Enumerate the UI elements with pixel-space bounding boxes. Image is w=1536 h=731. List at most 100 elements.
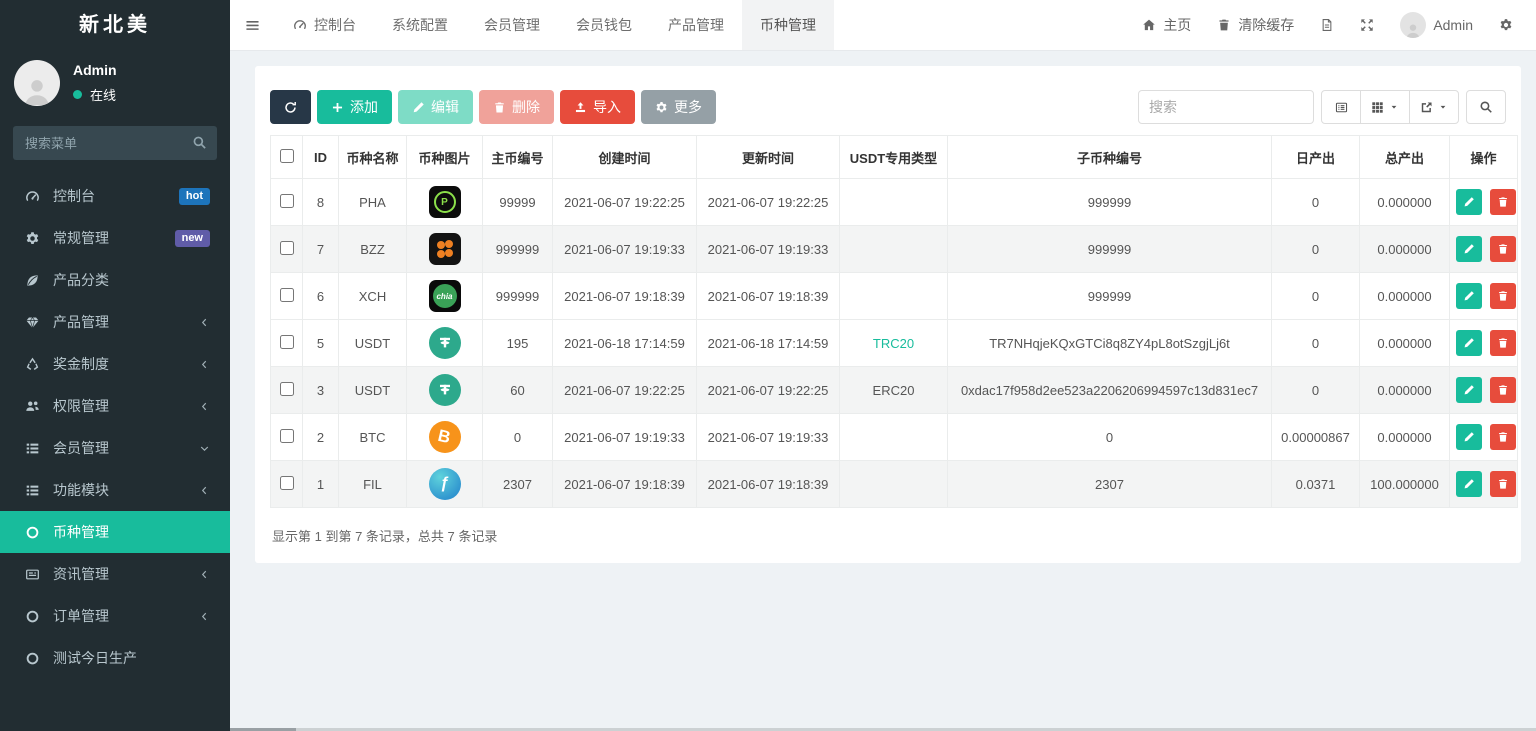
row-checkbox[interactable] <box>280 241 294 255</box>
app-logo[interactable]: 新北美 <box>0 0 230 50</box>
sidebar-item-product-category[interactable]: 产品分类 <box>0 259 230 301</box>
row-checkbox[interactable] <box>280 476 294 490</box>
sidebar-item-product-manage[interactable]: 产品管理 <box>0 301 230 343</box>
edit-button[interactable] <box>1456 330 1482 356</box>
column-header: 币种名称 <box>339 136 407 179</box>
hamburger-icon[interactable] <box>230 0 275 50</box>
cell-updated-time: 2021-06-07 19:18:39 <box>697 461 840 508</box>
columns-dropdown-button[interactable] <box>1360 90 1410 124</box>
delete-button[interactable] <box>1490 377 1516 403</box>
table-search-input[interactable] <box>1138 90 1314 124</box>
cell-operations <box>1450 414 1518 461</box>
table-row[interactable]: 2 BTC B 0 2021-06-07 19:19:33 2021-06-07… <box>271 414 1518 461</box>
sidebar-item-general-manage[interactable]: 常规管理 new <box>0 217 230 259</box>
cell-operations <box>1450 320 1518 367</box>
topbar-right: 主页 清除缓存 Admin <box>1129 0 1536 50</box>
trash-icon <box>493 101 506 114</box>
cell-daily-output: 0 <box>1272 226 1360 273</box>
edit-button[interactable] <box>1456 189 1482 215</box>
tab-member-manage[interactable]: 会员管理 <box>466 0 558 50</box>
sidebar-item-bonus-system[interactable]: 奖金制度 <box>0 343 230 385</box>
delete-button[interactable]: 删除 <box>479 90 554 124</box>
search-button[interactable] <box>1466 90 1506 124</box>
sidebar-item-order-manage[interactable]: 订单管理 <box>0 595 230 637</box>
columns-icon <box>1371 101 1384 114</box>
table-row[interactable]: 7 BZZ 999999 2021-06-07 19:19:33 2021-06… <box>271 226 1518 273</box>
add-button[interactable]: 添加 <box>317 90 392 124</box>
export-dropdown-button[interactable] <box>1409 90 1459 124</box>
delete-button[interactable] <box>1490 189 1516 215</box>
clear-cache-link[interactable]: 清除缓存 <box>1204 0 1307 50</box>
refresh-icon <box>284 101 297 114</box>
cell-updated-time: 2021-06-07 19:19:33 <box>697 226 840 273</box>
sidebar-item-label: 会员管理 <box>53 438 199 458</box>
row-checkbox[interactable] <box>280 194 294 208</box>
tab-system-config[interactable]: 系统配置 <box>374 0 466 50</box>
tab-currency-manage[interactable]: 币种管理 <box>742 0 834 50</box>
delete-button[interactable] <box>1490 330 1516 356</box>
dashboard-icon <box>293 18 307 32</box>
tab-label: 会员管理 <box>484 15 540 35</box>
sidebar-item-console[interactable]: 控制台 hot <box>0 175 230 217</box>
cell-sub-coin-no: TR7NHqjeKQxGTCi8q8ZY4pL8otSzgjLj6t <box>948 320 1272 367</box>
row-checkbox[interactable] <box>280 288 294 302</box>
select-all-checkbox[interactable] <box>280 149 294 163</box>
edit-button[interactable] <box>1456 377 1482 403</box>
app-root: 新北美 Admin 在线 控制台 hot 常规管 <box>0 0 1536 731</box>
edit-button[interactable] <box>1456 424 1482 450</box>
row-checkbox[interactable] <box>280 382 294 396</box>
tab-product-manage[interactable]: 产品管理 <box>650 0 742 50</box>
edit-button[interactable] <box>1456 236 1482 262</box>
delete-button[interactable] <box>1490 471 1516 497</box>
toolbar-buttons: 添加 编辑 删除 导入 更多 <box>270 90 716 124</box>
cell-main-coin-no: 2307 <box>483 461 553 508</box>
fullscreen-button[interactable] <box>1347 0 1387 50</box>
settings-button[interactable] <box>1486 0 1526 50</box>
import-button[interactable]: 导入 <box>560 90 635 124</box>
sidebar-item-function-module[interactable]: 功能模块 <box>0 469 230 511</box>
toggle-view-button[interactable] <box>1321 90 1361 124</box>
language-button[interactable] <box>1307 0 1347 50</box>
home-link[interactable]: 主页 <box>1129 0 1204 50</box>
table-row[interactable]: 8 PHA P 99999 2021-06-07 19:22:25 2021-0… <box>271 179 1518 226</box>
table-row[interactable]: 6 XCH chia 999999 2021-06-07 19:18:39 20… <box>271 273 1518 320</box>
refresh-button[interactable] <box>270 90 311 124</box>
sidebar-item-label: 控制台 <box>53 186 179 206</box>
sidebar-menu: 控制台 hot 常规管理 new 产品分类 产品管理 奖金制度 权限管理 会员管… <box>0 175 230 679</box>
edit-button[interactable] <box>1456 283 1482 309</box>
table-row[interactable]: 5 USDT 195 2021-06-18 17:14:59 2021-06-1… <box>271 320 1518 367</box>
trash-icon <box>1497 384 1509 396</box>
detail-view-icon <box>1335 101 1348 114</box>
edit-button[interactable] <box>1456 471 1482 497</box>
delete-button[interactable] <box>1490 236 1516 262</box>
delete-button[interactable] <box>1490 424 1516 450</box>
user-menu[interactable]: Admin <box>1387 0 1486 50</box>
row-checkbox[interactable] <box>280 429 294 443</box>
menu-search-input[interactable] <box>13 126 217 160</box>
sidebar-item-label: 产品管理 <box>53 312 199 332</box>
cell-created-time: 2021-06-18 17:14:59 <box>553 320 697 367</box>
table-row[interactable]: 1 FIL ƒ 2307 2021-06-07 19:18:39 2021-06… <box>271 461 1518 508</box>
sidebar-item-test-today-production[interactable]: 测试今日生产 <box>0 637 230 679</box>
tab-console[interactable]: 控制台 <box>275 0 374 50</box>
row-checkbox[interactable] <box>280 335 294 349</box>
sidebar-item-currency-manage[interactable]: 币种管理 <box>0 511 230 553</box>
sidebar-item-permission-manage[interactable]: 权限管理 <box>0 385 230 427</box>
trash-icon <box>1497 431 1509 443</box>
search-icon <box>192 135 207 150</box>
edit-button[interactable]: 编辑 <box>398 90 473 124</box>
sidebar-item-news-manage[interactable]: 资讯管理 <box>0 553 230 595</box>
gears-icon <box>24 231 41 246</box>
cell-created-time: 2021-06-07 19:18:39 <box>553 461 697 508</box>
more-button[interactable]: 更多 <box>641 90 716 124</box>
tab-member-wallet[interactable]: 会员钱包 <box>558 0 650 50</box>
sidebar-item-member-manage[interactable]: 会员管理 <box>0 427 230 469</box>
cell-coin-name: FIL <box>339 461 407 508</box>
tab-label: 系统配置 <box>392 15 448 35</box>
cell-select <box>271 461 303 508</box>
delete-button[interactable] <box>1490 283 1516 309</box>
cell-updated-time: 2021-06-07 19:22:25 <box>697 367 840 414</box>
chevron-left-icon <box>199 359 210 370</box>
nav-tabs: 控制台 系统配置 会员管理 会员钱包 产品管理 币种管理 <box>275 0 834 50</box>
table-row[interactable]: 3 USDT 60 2021-06-07 19:22:25 2021-06-07… <box>271 367 1518 414</box>
